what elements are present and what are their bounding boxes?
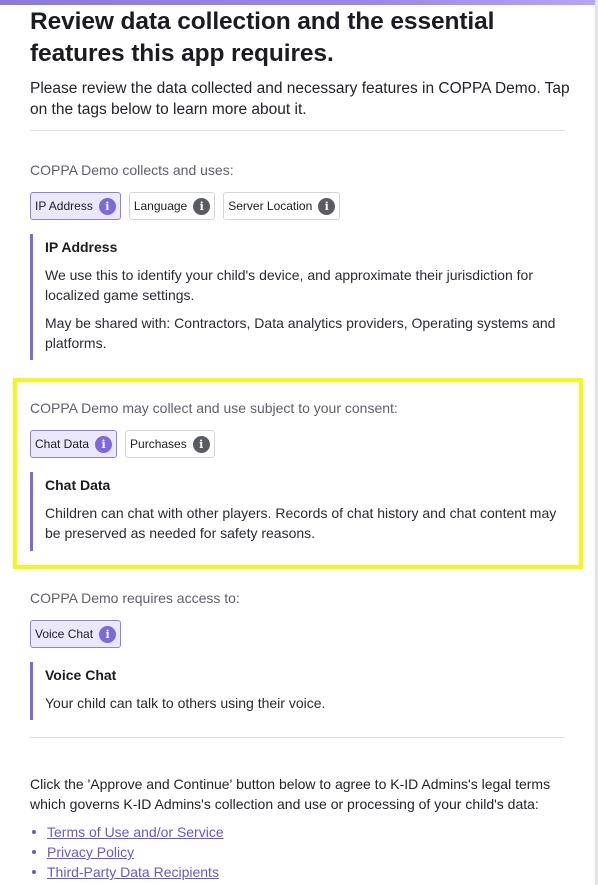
requires-tag-list: Voice Chat i	[30, 620, 122, 648]
detail-text: Your child can talk to others using thei…	[45, 695, 326, 711]
requires-detail-card: Voice Chat Your child can talk to others…	[30, 662, 560, 720]
top-accent-bar	[0, 0, 598, 5]
detail-title: Voice Chat	[45, 667, 117, 683]
collects-section-label: COPPA Demo collects and uses:	[30, 162, 234, 178]
list-item: Terms of Use and/or Service	[30, 822, 224, 842]
list-item: Privacy Policy	[30, 842, 224, 862]
bullet-icon	[32, 870, 36, 874]
list-item: Third-Party Data Recipients	[30, 862, 224, 882]
highlight-box	[13, 378, 583, 569]
page-title: Review data collection and the essential…	[30, 8, 495, 67]
bullet-icon	[32, 830, 36, 834]
tag-ip-address[interactable]: IP Address i	[30, 192, 121, 220]
tag-label: Language	[133, 199, 188, 213]
tag-label: Voice Chat	[35, 627, 94, 641]
tag-label: IP Address	[35, 199, 93, 213]
tag-voice-chat[interactable]: Voice Chat i	[30, 620, 122, 648]
intro-text: Please review the data collected and nec…	[30, 80, 570, 118]
third-party-recipients-link[interactable]: Third-Party Data Recipients	[47, 864, 219, 880]
divider	[30, 130, 565, 131]
tag-language[interactable]: Language i	[128, 192, 216, 220]
detail-title: IP Address	[45, 239, 118, 255]
detail-text: We use this to identify your child's dev…	[45, 267, 533, 303]
collects-detail-card: IP Address We use this to identify your …	[30, 234, 560, 360]
legal-links-list: Terms of Use and/or Service Privacy Poli…	[30, 822, 224, 882]
info-icon: i	[318, 197, 336, 215]
tag-label: Server Location	[228, 199, 313, 213]
info-icon: i	[99, 625, 117, 643]
terms-of-use-link[interactable]: Terms of Use and/or Service	[47, 824, 224, 840]
info-icon: i	[98, 197, 116, 215]
bullet-icon	[32, 850, 36, 854]
legal-terms-text: Click the 'Approve and Continue' button …	[30, 776, 551, 812]
collects-tag-list: IP Address i Language i Server Location …	[30, 192, 341, 220]
privacy-policy-link[interactable]: Privacy Policy	[47, 844, 134, 860]
requires-section-label: COPPA Demo requires access to:	[30, 590, 240, 606]
tag-server-location[interactable]: Server Location i	[223, 192, 341, 220]
info-icon: i	[193, 197, 211, 215]
divider	[30, 737, 565, 738]
detail-shared-with: May be shared with: Contractors, Data an…	[45, 315, 556, 351]
